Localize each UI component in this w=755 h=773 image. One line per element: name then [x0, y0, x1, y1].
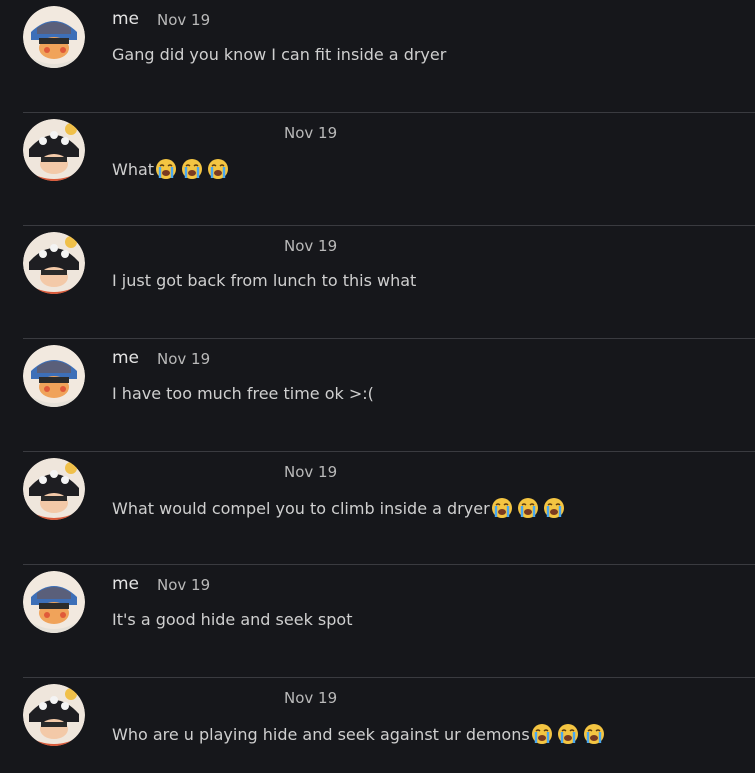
message-date: Nov 19: [284, 237, 338, 255]
message-date: Nov 19: [284, 463, 338, 481]
avatar[interactable]: [23, 458, 85, 520]
avatar[interactable]: [23, 684, 85, 746]
message-date: Nov 19: [284, 124, 338, 142]
loudly-crying-face-icon: [557, 724, 578, 744]
loudly-crying-face-icon: [182, 159, 203, 179]
loudly-crying-face-icon: [543, 498, 564, 518]
friend-avatar-image: [23, 119, 85, 181]
avatar[interactable]: [23, 119, 85, 181]
message-text: I just got back from lunch to this what: [112, 271, 417, 290]
message-item[interactable]: me Nov 19 I have too much free time ok >…: [0, 339, 755, 452]
message-item[interactable]: Nov 19 What: [0, 113, 755, 226]
message-date: Nov 19: [157, 350, 211, 368]
emoji-group: [155, 158, 233, 180]
loudly-crying-face-icon: [491, 498, 512, 518]
avatar[interactable]: [23, 6, 85, 68]
loudly-crying-face-icon: [517, 498, 538, 518]
message-date: Nov 19: [157, 11, 211, 29]
author-name: me: [112, 574, 140, 594]
message-date: Nov 19: [157, 576, 211, 594]
loudly-crying-face-icon: [531, 724, 552, 744]
loudly-crying-face-icon: [156, 159, 177, 179]
friend-avatar-image: [23, 458, 85, 520]
message-date: Nov 19: [284, 689, 338, 707]
emoji-group: [531, 723, 609, 745]
message-text-row: I have too much free time ok >:(: [112, 384, 374, 403]
message-item[interactable]: Nov 19 Who are u playing hide and seek a…: [0, 678, 755, 773]
friend-avatar-image: [23, 232, 85, 294]
message-text-row: What would compel you to climb inside a …: [112, 497, 569, 519]
message-item[interactable]: Nov 19 I just got back from lunch to thi…: [0, 226, 755, 339]
avatar[interactable]: [23, 571, 85, 633]
author-name: me: [112, 348, 140, 368]
message-feed: me Nov 19 Gang did you know I can fit in…: [0, 0, 755, 773]
message-text-row: I just got back from lunch to this what: [112, 271, 416, 290]
message-text: I have too much free time ok >:(: [112, 384, 374, 403]
author-name: me: [112, 9, 140, 29]
me-avatar-image: [23, 345, 85, 407]
message-text-row: It's a good hide and seek spot: [112, 610, 352, 629]
loudly-crying-face-icon: [583, 724, 604, 744]
avatar[interactable]: [23, 345, 85, 407]
message-text-row: Who are u playing hide and seek against …: [112, 723, 609, 745]
message-text-row: What: [112, 158, 233, 180]
message-text: It's a good hide and seek spot: [112, 610, 353, 629]
loudly-crying-face-icon: [208, 159, 229, 179]
me-avatar-image: [23, 6, 85, 68]
message-item[interactable]: me Nov 19 Gang did you know I can fit in…: [0, 0, 755, 113]
emoji-group: [491, 497, 569, 519]
message-text-row: Gang did you know I can fit inside a dry…: [112, 45, 446, 64]
message-text: Who are u playing hide and seek against …: [112, 724, 530, 744]
message-item[interactable]: Nov 19 What would compel you to climb in…: [0, 452, 755, 565]
message-item[interactable]: me Nov 19 It's a good hide and seek spot: [0, 565, 755, 678]
message-text: What: [112, 159, 155, 179]
message-text: What would compel you to climb inside a …: [112, 498, 490, 518]
friend-avatar-image: [23, 684, 85, 746]
message-text: Gang did you know I can fit inside a dry…: [112, 45, 447, 64]
avatar[interactable]: [23, 232, 85, 294]
me-avatar-image: [23, 571, 85, 633]
